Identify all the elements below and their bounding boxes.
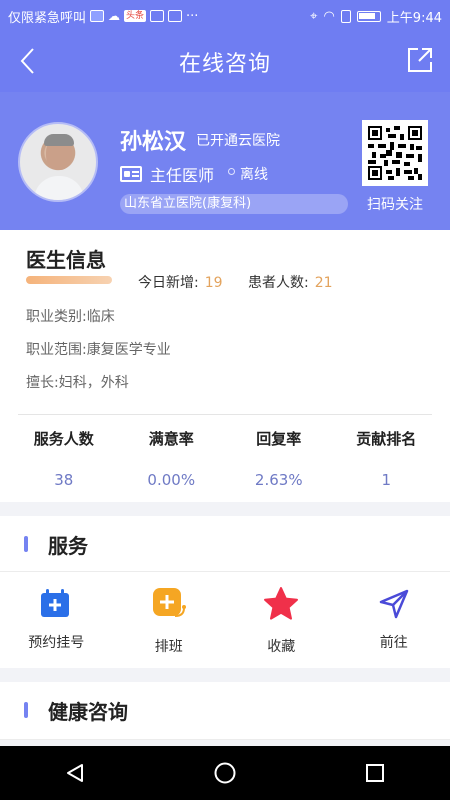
today-new-value: 19 xyxy=(204,275,223,291)
star-icon xyxy=(264,587,299,620)
service-label: 前往 xyxy=(379,635,408,651)
services-row: 预约挂号 排班 收藏 前往 xyxy=(0,576,450,666)
page-title: 在线咨询 xyxy=(178,52,271,77)
system-recents-button[interactable] xyxy=(355,753,395,793)
metric-served: 服务人数 38 xyxy=(10,428,118,489)
metric-rank: 贡献排名 1 xyxy=(333,428,441,489)
doctor-title: 主任医师 xyxy=(150,166,215,185)
service-label: 预约挂号 xyxy=(28,635,85,651)
service-appointment[interactable]: 预约挂号 xyxy=(0,576,113,666)
today-new-label: 今日新增: xyxy=(138,275,199,291)
doctor-info-title: 医生信息 xyxy=(26,248,106,272)
doctor-title-row: 主任医师 离线 xyxy=(120,162,268,186)
top-navbar: 在线咨询 xyxy=(0,32,450,92)
share-button[interactable] xyxy=(406,46,434,74)
news-badge: 头条 xyxy=(124,10,147,22)
patients-stat: 患者人数: 21 xyxy=(248,272,333,292)
service-favorite[interactable]: 收藏 xyxy=(225,576,338,666)
metric-reply-rate: 回复率 2.63% xyxy=(225,428,333,489)
cloud-hospital-status: 已开通云医院 xyxy=(196,133,280,149)
health-consult-card: 健康咨询 xyxy=(0,682,450,740)
app-notification-icon xyxy=(150,10,165,22)
doctor-avatar[interactable] xyxy=(18,122,98,202)
career-category: 职业类别:临床 xyxy=(26,309,115,325)
battery-icon xyxy=(356,10,381,22)
system-home-button[interactable] xyxy=(205,753,245,793)
patients-value: 21 xyxy=(314,275,333,291)
metric-label: 贡献排名 xyxy=(356,430,417,448)
metric-label: 服务人数 xyxy=(33,430,94,448)
service-label: 收藏 xyxy=(267,639,296,655)
circle-home-icon xyxy=(214,762,236,784)
section-marker xyxy=(24,536,28,552)
metric-value: 38 xyxy=(54,471,74,489)
service-schedule[interactable]: 排班 xyxy=(113,576,226,666)
doctor-status: 离线 xyxy=(240,167,269,183)
system-back-button[interactable] xyxy=(55,753,95,793)
services-title: 服务 xyxy=(48,534,88,558)
wifi-icon: ◠ xyxy=(323,8,335,24)
health-consult-title: 健康咨询 xyxy=(48,700,128,724)
metric-satisfaction: 满意率 0.00% xyxy=(118,428,226,489)
image-notification-icon xyxy=(168,10,183,22)
metrics-row: 服务人数 38 满意率 0.00% 回复率 2.63% 贡献排名 1 xyxy=(10,428,440,489)
sim-icon xyxy=(340,9,351,23)
qr-code-icon xyxy=(368,126,422,180)
offline-status-icon xyxy=(228,167,236,175)
patients-label: 患者人数: xyxy=(248,275,309,291)
navigate-icon xyxy=(379,589,408,619)
square-recents-icon xyxy=(366,764,384,782)
calendar-add-icon xyxy=(41,589,70,617)
scan-follow-label[interactable]: 扫码关注 xyxy=(356,194,434,214)
specialty: 擅长:妇科，外科 xyxy=(26,375,129,391)
divider xyxy=(18,414,432,415)
doctor-header: 孙松汉 已开通云医院 主任医师 离线 山东省立医院(康复科) 扫码关注 xyxy=(0,92,450,230)
chevron-left-icon xyxy=(20,48,34,74)
doctor-info-card: 医生信息 今日新增: 19 患者人数: 21 职业类别:临床 职业范围:康复医学专业… xyxy=(0,230,450,502)
career-scope: 职业范围:康复医学专业 xyxy=(26,342,171,358)
doctor-hospital: 山东省立医院(康复科) xyxy=(120,194,348,214)
today-new-stat: 今日新增: 19 xyxy=(138,272,223,292)
location-icon: ⌖ xyxy=(310,8,318,24)
metric-value: 0.00% xyxy=(147,471,196,489)
qr-code[interactable] xyxy=(362,120,428,186)
cloud-icon: ☁ xyxy=(108,9,121,23)
services-card: 服务 预约挂号 排班 收藏 前往 xyxy=(0,516,450,668)
system-nav-bar xyxy=(0,746,450,800)
more-notifications: ··· xyxy=(186,8,199,24)
title-underline xyxy=(26,276,112,284)
service-navigate[interactable]: 前往 xyxy=(338,576,450,666)
triangle-back-icon xyxy=(67,764,83,782)
schedule-icon xyxy=(152,588,186,617)
metric-label: 回复率 xyxy=(256,430,302,448)
status-bar: 仅限紧急呼叫 ☁ 头条 ··· ⌖ ◠ 上午9:44 xyxy=(0,0,450,32)
id-card-icon xyxy=(120,166,142,182)
location-share-icon xyxy=(90,10,105,22)
metric-label: 满意率 xyxy=(148,430,194,448)
carrier-text: 仅限紧急呼叫 xyxy=(8,10,87,26)
metric-value: 1 xyxy=(381,471,392,489)
metric-value: 2.63% xyxy=(254,471,303,489)
clock: 上午9:44 xyxy=(386,10,442,26)
share-external-icon xyxy=(408,48,432,72)
service-label: 排班 xyxy=(154,639,183,655)
back-button[interactable] xyxy=(14,46,44,76)
services-header: 服务 xyxy=(0,516,450,572)
section-marker xyxy=(24,702,28,718)
doctor-name: 孙松汉 xyxy=(120,130,187,155)
